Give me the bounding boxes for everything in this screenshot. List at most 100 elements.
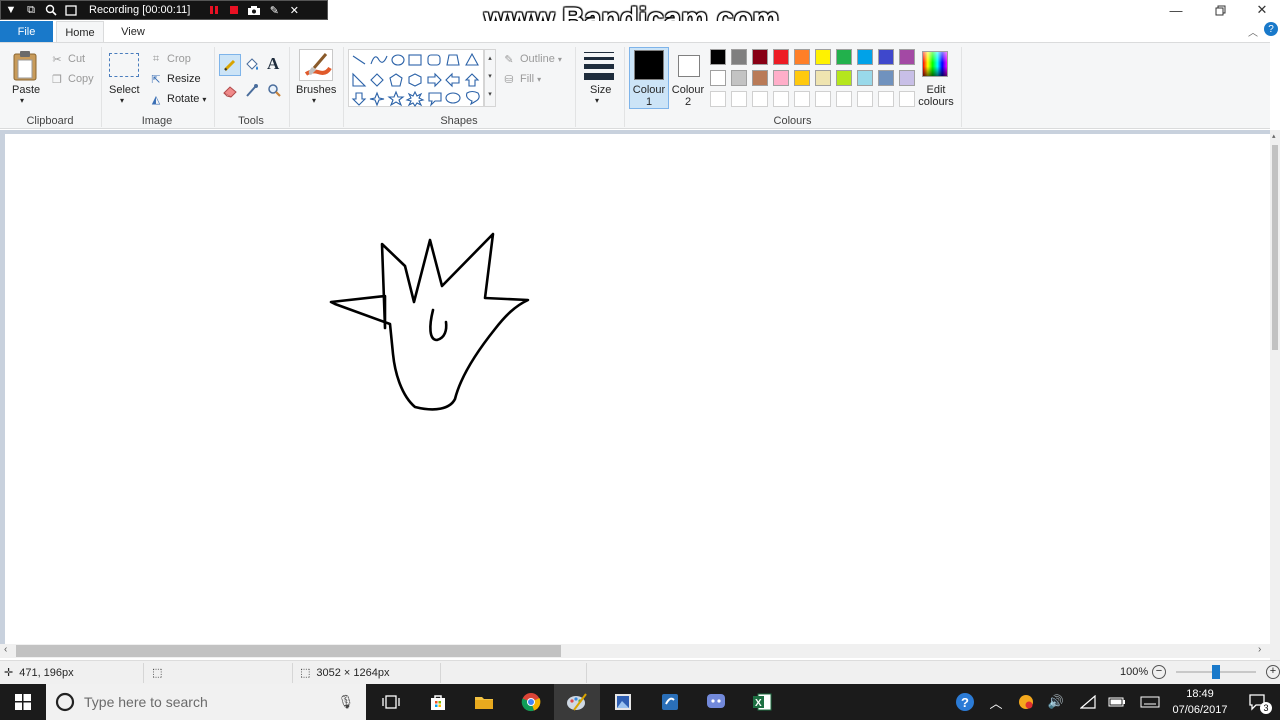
pencil-icon[interactable]: ✎ <box>264 1 284 19</box>
tab-home[interactable]: Home <box>56 21 104 43</box>
tab-file[interactable]: File <box>0 21 53 42</box>
custom-colour-slot[interactable] <box>899 91 915 107</box>
copy-button[interactable]: ❐ Copy <box>50 72 94 86</box>
colour-swatch[interactable] <box>752 49 768 65</box>
eraser-icon[interactable] <box>222 84 238 101</box>
menu-down-icon[interactable]: ▼ <box>1 1 21 19</box>
shapes-gallery[interactable] <box>348 49 484 107</box>
colour-swatch[interactable] <box>815 49 831 65</box>
colour-picker-icon[interactable] <box>245 83 259 101</box>
colour-swatch[interactable] <box>773 49 789 65</box>
battery-icon[interactable] <box>1104 684 1130 720</box>
file-explorer-icon[interactable] <box>461 684 507 720</box>
restore-icon[interactable] <box>1198 0 1242 20</box>
zoom-in-icon[interactable]: + <box>1266 665 1280 679</box>
discord-icon[interactable] <box>693 684 739 720</box>
scroll-right-icon[interactable]: › <box>1258 644 1261 655</box>
custom-colour-slot[interactable] <box>710 91 726 107</box>
taskbar-search[interactable]: Type here to search 🎙 <box>46 684 366 720</box>
tab-view[interactable]: View <box>112 21 154 42</box>
vertical-scroll-thumb[interactable] <box>1272 145 1278 350</box>
colour-swatch[interactable] <box>710 49 726 65</box>
shapes-scroll[interactable]: ▴ ▾ ▾ <box>484 49 496 107</box>
colour-swatch[interactable] <box>710 70 726 86</box>
taskbar-clock[interactable]: 18:49 07/06/2017 <box>1168 686 1232 718</box>
colour-swatch[interactable] <box>794 49 810 65</box>
stop-icon[interactable] <box>224 1 244 19</box>
colour-swatch[interactable] <box>878 70 894 86</box>
tray-app-icon[interactable] <box>1014 684 1038 720</box>
screen-rect-icon[interactable] <box>61 1 81 19</box>
minimize-icon[interactable]: — <box>1154 0 1198 20</box>
sync-app-icon[interactable] <box>647 684 693 720</box>
paint-icon[interactable] <box>554 684 600 720</box>
scroll-up-icon[interactable]: ▴ <box>1272 132 1276 140</box>
colour-swatch[interactable] <box>815 70 831 86</box>
camera-icon[interactable] <box>244 1 264 19</box>
pause-icon[interactable] <box>204 1 224 19</box>
size-button[interactable] <box>584 52 614 80</box>
colour-swatch[interactable] <box>857 70 873 86</box>
colour-swatch[interactable] <box>773 70 789 86</box>
brushes-button[interactable] <box>299 49 333 81</box>
colour-swatch[interactable] <box>731 49 747 65</box>
window-icon[interactable]: ⧉ <box>21 1 41 19</box>
cut-button[interactable]: ✂ Cut <box>50 52 85 66</box>
resize-button[interactable]: ⇱ Resize <box>149 72 200 86</box>
colour-swatch[interactable] <box>878 49 894 65</box>
action-center-icon[interactable]: 3 <box>1240 684 1276 720</box>
colour-swatch[interactable] <box>731 70 747 86</box>
colour-swatch[interactable] <box>752 70 768 86</box>
close-icon[interactable]: ✕ <box>1240 0 1280 20</box>
text-tool-icon[interactable]: A <box>267 54 279 74</box>
collapse-ribbon-icon[interactable]: ︿ <box>1248 24 1258 39</box>
custom-colour-slot[interactable] <box>731 91 747 107</box>
chevron-down-icon[interactable]: ▾ <box>20 96 24 105</box>
colour-swatch[interactable] <box>899 49 915 65</box>
chevron-down-icon[interactable]: ▾ <box>595 96 599 105</box>
custom-colour-slot[interactable] <box>836 91 852 107</box>
chevron-down-icon[interactable]: ▾ <box>312 96 316 105</box>
magnifier-icon[interactable] <box>41 1 61 19</box>
close-icon[interactable]: ✕ <box>284 1 304 19</box>
custom-colour-slot[interactable] <box>878 91 894 107</box>
colour-swatch[interactable] <box>794 70 810 86</box>
zoom-slider-thumb[interactable] <box>1212 665 1220 679</box>
excel-icon[interactable]: X <box>739 684 785 720</box>
colour-swatch[interactable] <box>836 49 852 65</box>
select-rect-icon[interactable] <box>109 53 139 77</box>
start-button[interactable] <box>0 684 46 720</box>
chevron-down-icon[interactable]: ▾ <box>120 96 124 105</box>
zoom-out-icon[interactable]: − <box>1152 665 1166 679</box>
show-hidden-icons-icon[interactable]: ︿ <box>986 684 1006 720</box>
help-icon[interactable]: ? <box>1264 22 1278 36</box>
fill-button[interactable]: ⛁ Fill ▾ <box>502 72 541 86</box>
photo-app-icon[interactable] <box>600 684 646 720</box>
custom-colour-slot[interactable] <box>857 91 873 107</box>
custom-colour-slot[interactable] <box>794 91 810 107</box>
volume-icon[interactable]: 🔊 <box>1044 684 1068 720</box>
colour-swatch[interactable] <box>899 70 915 86</box>
colour2-swatch[interactable] <box>678 55 700 77</box>
colour-swatch[interactable] <box>836 70 852 86</box>
paste-button[interactable] <box>12 50 38 85</box>
crop-button[interactable]: ⌗ Crop <box>149 52 191 66</box>
rotate-button[interactable]: ◭ Rotate ▾ <box>149 92 207 106</box>
select-button[interactable]: Select <box>109 84 140 96</box>
custom-colour-slot[interactable] <box>815 91 831 107</box>
store-icon[interactable] <box>415 684 461 720</box>
network-icon[interactable] <box>1076 684 1100 720</box>
help-tray-icon[interactable]: ? <box>952 684 978 720</box>
horizontal-scroll-thumb[interactable] <box>16 645 561 657</box>
pencil-tool-button[interactable] <box>219 54 241 76</box>
task-view-icon[interactable] <box>368 684 414 720</box>
fill-bucket-icon[interactable] <box>244 57 260 76</box>
edit-colours-button[interactable] <box>922 51 948 77</box>
keyboard-icon[interactable] <box>1136 684 1164 720</box>
microphone-icon[interactable]: 🎙 <box>337 694 354 710</box>
outline-button[interactable]: ✎ Outline ▾ <box>502 52 561 66</box>
colour-swatch[interactable] <box>857 49 873 65</box>
chrome-icon[interactable] <box>508 684 554 720</box>
drawing-canvas[interactable] <box>5 134 1270 644</box>
custom-colour-slot[interactable] <box>773 91 789 107</box>
